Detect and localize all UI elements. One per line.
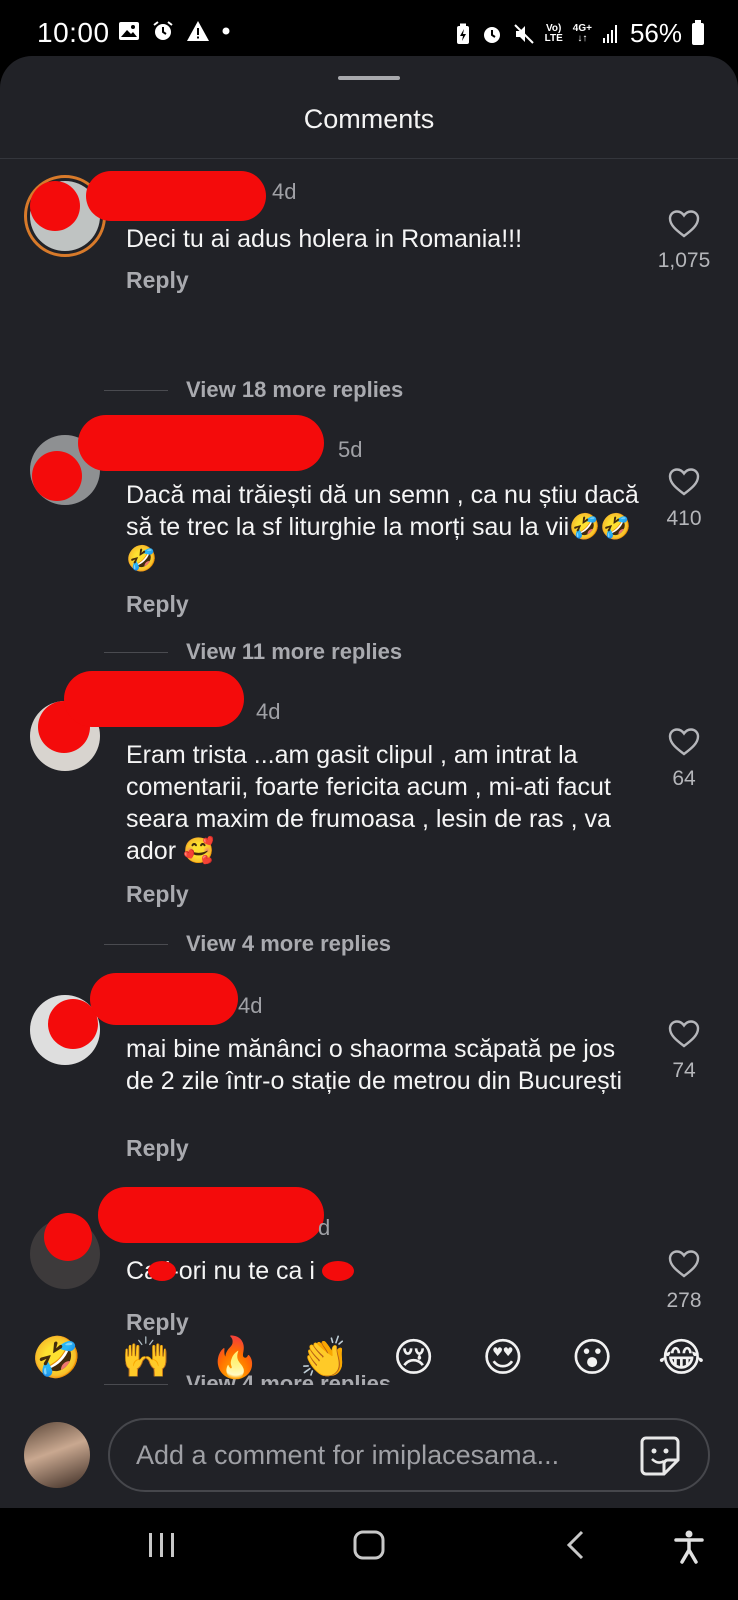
- view-more-replies[interactable]: View 11 more replies: [104, 637, 402, 667]
- comment-text: mai bine mănânci o shaorma scăpată pe jo…: [126, 1035, 623, 1095]
- notification-icons: [118, 20, 230, 42]
- word-redaction: [322, 1261, 354, 1281]
- emoji-clap[interactable]: 👏: [296, 1338, 352, 1378]
- data-activity-label: ↓↑: [577, 32, 588, 44]
- drag-handle[interactable]: [338, 76, 400, 80]
- like-count: 64: [672, 767, 696, 790]
- lte-label: LTE: [544, 32, 563, 44]
- heart-outline-icon: [668, 1250, 700, 1278]
- comment-time: 4d: [256, 699, 281, 724]
- comment-text: Dacă mai trăiești dă un semn , ca nu ști…: [126, 481, 639, 573]
- thread-line: [104, 389, 168, 391]
- view-more-label: View 18 more replies: [186, 377, 404, 402]
- volte-indicator: Vo) LTE: [544, 22, 563, 44]
- reply-button[interactable]: Reply: [126, 267, 189, 294]
- back-icon[interactable]: [564, 1530, 586, 1560]
- emoji-heart-eyes[interactable]: 😍: [475, 1338, 531, 1378]
- dot-icon: [222, 27, 230, 35]
- heart-outline-icon: [668, 468, 700, 496]
- redaction-mark: [30, 181, 80, 231]
- comments-sheet: Comments 4d Deci tu ai adus holera in Ro…: [0, 56, 738, 1508]
- emoji-joy[interactable]: 😂: [653, 1338, 709, 1378]
- network-type-label: 4G+: [572, 22, 592, 34]
- emoji-fire[interactable]: 🔥: [207, 1338, 263, 1378]
- system-navigation-bar: [0, 1508, 738, 1600]
- like-count: 278: [666, 1289, 702, 1312]
- like-button[interactable]: 1,075: [656, 209, 712, 273]
- warning-icon: [187, 21, 209, 41]
- thread-line: [104, 651, 168, 653]
- reply-button[interactable]: Reply: [126, 591, 189, 618]
- like-count: 1,075: [657, 249, 711, 272]
- reply-button[interactable]: Reply: [126, 1135, 189, 1162]
- word-redaction: [148, 1261, 176, 1281]
- emoji-raised-hands[interactable]: 🙌: [118, 1338, 174, 1378]
- network-type-indicator: 4G+ ↓↑: [572, 22, 592, 44]
- view-more-label: View 4 more replies: [186, 931, 392, 956]
- comment-list[interactable]: 4d Deci tu ai adus holera in Romania!!! …: [0, 159, 738, 1385]
- view-more-label: View 11 more replies: [186, 639, 403, 664]
- heart-outline-icon: [668, 1020, 700, 1048]
- redaction-mark: [32, 451, 82, 501]
- view-more-replies[interactable]: View 18 more replies: [104, 375, 403, 405]
- battery-percent: 56%: [629, 18, 682, 48]
- like-button[interactable]: 74: [656, 1019, 712, 1083]
- comment-text: Deci tu ai adus holera in Romania!!!: [126, 225, 523, 253]
- like-button[interactable]: 64: [656, 727, 712, 791]
- emoji-crying[interactable]: 😢: [386, 1338, 442, 1378]
- battery-saver-icon: [456, 23, 469, 44]
- comment-text: Eram trista ...am gasit clipul , am intr…: [126, 741, 611, 865]
- like-count: 74: [672, 1059, 696, 1082]
- username-redaction: [98, 1187, 324, 1243]
- emoji-surprised[interactable]: 😮: [564, 1338, 620, 1378]
- thread-line: [104, 943, 168, 945]
- comment-composer: Add a comment for imiplacesama...: [0, 1418, 738, 1498]
- emoji-rofl[interactable]: 🤣: [29, 1338, 85, 1378]
- sticker-icon[interactable]: [638, 1434, 682, 1478]
- username-redaction: [90, 973, 238, 1025]
- comment-input-placeholder: Add a comment for imiplacesama...: [136, 1440, 560, 1470]
- current-user-avatar: [24, 1422, 90, 1488]
- comment-time: 4d: [272, 179, 297, 204]
- like-button[interactable]: 410: [656, 467, 712, 531]
- home-icon[interactable]: [352, 1530, 386, 1560]
- sheet-title: Comments: [303, 104, 435, 134]
- alarm-status-icon: [483, 26, 500, 43]
- like-button[interactable]: 278: [656, 1249, 712, 1313]
- username-redaction: [78, 415, 324, 471]
- mute-icon: [513, 23, 534, 44]
- heart-outline-icon: [668, 210, 700, 238]
- alarm-icon: [153, 21, 173, 40]
- like-count: 410: [666, 507, 702, 530]
- gallery-icon: [119, 22, 139, 40]
- signal-icon: [602, 24, 617, 43]
- username-redaction: [86, 171, 266, 221]
- comment-text: Ca i-ori nu te ca i: [126, 1257, 315, 1285]
- volte-label: Vo): [546, 22, 562, 34]
- comment-time: 5d: [338, 437, 363, 462]
- comment-time: 4d: [238, 993, 263, 1018]
- clock: 10:00: [37, 17, 110, 48]
- heart-outline-icon: [668, 728, 700, 756]
- comment-time: d: [318, 1215, 331, 1240]
- accessibility-icon[interactable]: [674, 1530, 704, 1564]
- reply-button[interactable]: Reply: [126, 881, 189, 908]
- battery-icon: [692, 19, 704, 45]
- username-redaction: [64, 671, 244, 727]
- system-status: Vo) LTE 4G+ ↓↑ 56%: [455, 18, 704, 49]
- recents-icon[interactable]: [146, 1530, 178, 1560]
- redaction-mark: [44, 1213, 92, 1261]
- emoji-reaction-bar: 🤣 🙌 🔥 👏 😢 😍 😮 😂: [0, 1330, 738, 1386]
- view-more-replies[interactable]: View 4 more replies: [104, 929, 391, 959]
- comment-input[interactable]: Add a comment for imiplacesama...: [108, 1418, 710, 1492]
